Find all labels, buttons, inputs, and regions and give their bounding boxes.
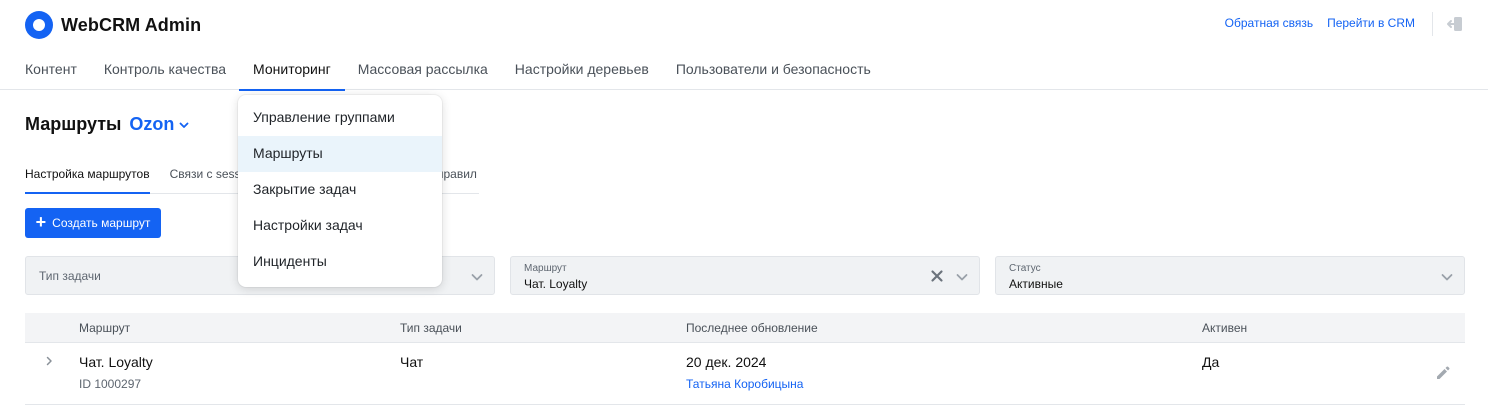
tab-rules[interactable]: правил	[437, 158, 477, 181]
menu-item-routes[interactable]: Маршруты	[238, 136, 442, 172]
status-filter-value: Активные	[1009, 277, 1063, 291]
top-header: WebCRM Admin Обратная связь Перейти в CR…	[0, 0, 1488, 91]
main-nav: Контент Контроль качества Мониторинг Мас…	[25, 52, 898, 91]
page-title: Маршруты Ozon	[25, 114, 190, 135]
create-route-label: Создать маршрут	[52, 216, 151, 230]
header-links: Обратная связь Перейти в CRM	[1225, 16, 1415, 30]
tab-route-settings[interactable]: Настройка маршрутов	[25, 158, 150, 194]
nav-item-tree-settings[interactable]: Настройки деревьев	[515, 52, 649, 90]
feedback-link[interactable]: Обратная связь	[1225, 16, 1313, 30]
task-type-value: Чат	[400, 354, 424, 370]
route-filter-value: Чат. Loyalty	[524, 277, 588, 291]
app-logo-icon	[25, 11, 53, 39]
plus-icon: +	[35, 212, 47, 232]
column-header-last-update[interactable]: Последнее обновление	[686, 321, 818, 335]
chevron-down-icon	[180, 122, 189, 128]
nav-item-users-security[interactable]: Пользователи и безопасность	[676, 52, 871, 90]
go-to-crm-link[interactable]: Перейти в CRM	[1327, 16, 1415, 30]
column-header-route[interactable]: Маршрут	[79, 321, 130, 335]
create-route-button[interactable]: + Создать маршрут	[25, 208, 161, 238]
updated-by-link[interactable]: Татьяна Коробицына	[686, 377, 803, 391]
route-name: Чат. Loyalty	[79, 354, 153, 370]
route-filter-label: Маршрут	[524, 263, 567, 274]
chevron-down-icon	[956, 274, 968, 281]
project-selector-label: Ozon	[129, 114, 175, 134]
updated-date: 20 дек. 2024	[686, 354, 767, 370]
chevron-down-icon	[1441, 274, 1453, 281]
column-header-task-type[interactable]: Тип задачи	[400, 321, 462, 335]
nav-item-mass-mailing[interactable]: Массовая рассылка	[358, 52, 488, 90]
brand[interactable]: WebCRM Admin	[25, 10, 201, 40]
app-title: WebCRM Admin	[61, 14, 202, 35]
nav-item-quality-control[interactable]: Контроль качества	[104, 52, 226, 90]
route-filter[interactable]: Маршрут Чат. Loyalty	[510, 256, 980, 295]
route-id: ID 1000297	[79, 377, 142, 391]
clear-icon[interactable]	[929, 268, 945, 284]
nav-item-monitoring[interactable]: Мониторинг	[239, 52, 345, 91]
menu-item-task-settings[interactable]: Настройки задач	[238, 208, 442, 244]
active-value: Да	[1202, 354, 1220, 370]
page-title-text: Маршруты	[25, 114, 122, 134]
menu-item-incidents[interactable]: Инциденты	[238, 244, 442, 280]
pencil-icon[interactable]	[1435, 365, 1451, 381]
tab-session-links[interactable]: Связи с sess	[170, 158, 241, 193]
status-filter-label: Статус	[1009, 263, 1041, 274]
task-type-placeholder: Тип задачи	[39, 269, 101, 283]
header-divider	[1432, 12, 1433, 36]
chevron-down-icon	[471, 274, 483, 281]
menu-item-group-management[interactable]: Управление группами	[238, 100, 442, 136]
project-selector[interactable]: Ozon	[129, 114, 190, 135]
monitoring-dropdown-menu: Управление группами Маршруты Закрытие за…	[238, 95, 442, 287]
table-row[interactable]: Чат. Loyalty ID 1000297 Чат 20 дек. 2024…	[25, 343, 1465, 405]
logout-icon[interactable]	[1445, 14, 1465, 34]
table-header: Маршрут Тип задачи Последнее обновление …	[25, 313, 1465, 343]
menu-item-task-closing[interactable]: Закрытие задач	[238, 172, 442, 208]
chevron-right-icon[interactable]	[43, 355, 55, 367]
nav-item-content[interactable]: Контент	[25, 52, 77, 90]
status-filter[interactable]: Статус Активные	[995, 256, 1465, 295]
column-header-active[interactable]: Активен	[1202, 321, 1247, 335]
